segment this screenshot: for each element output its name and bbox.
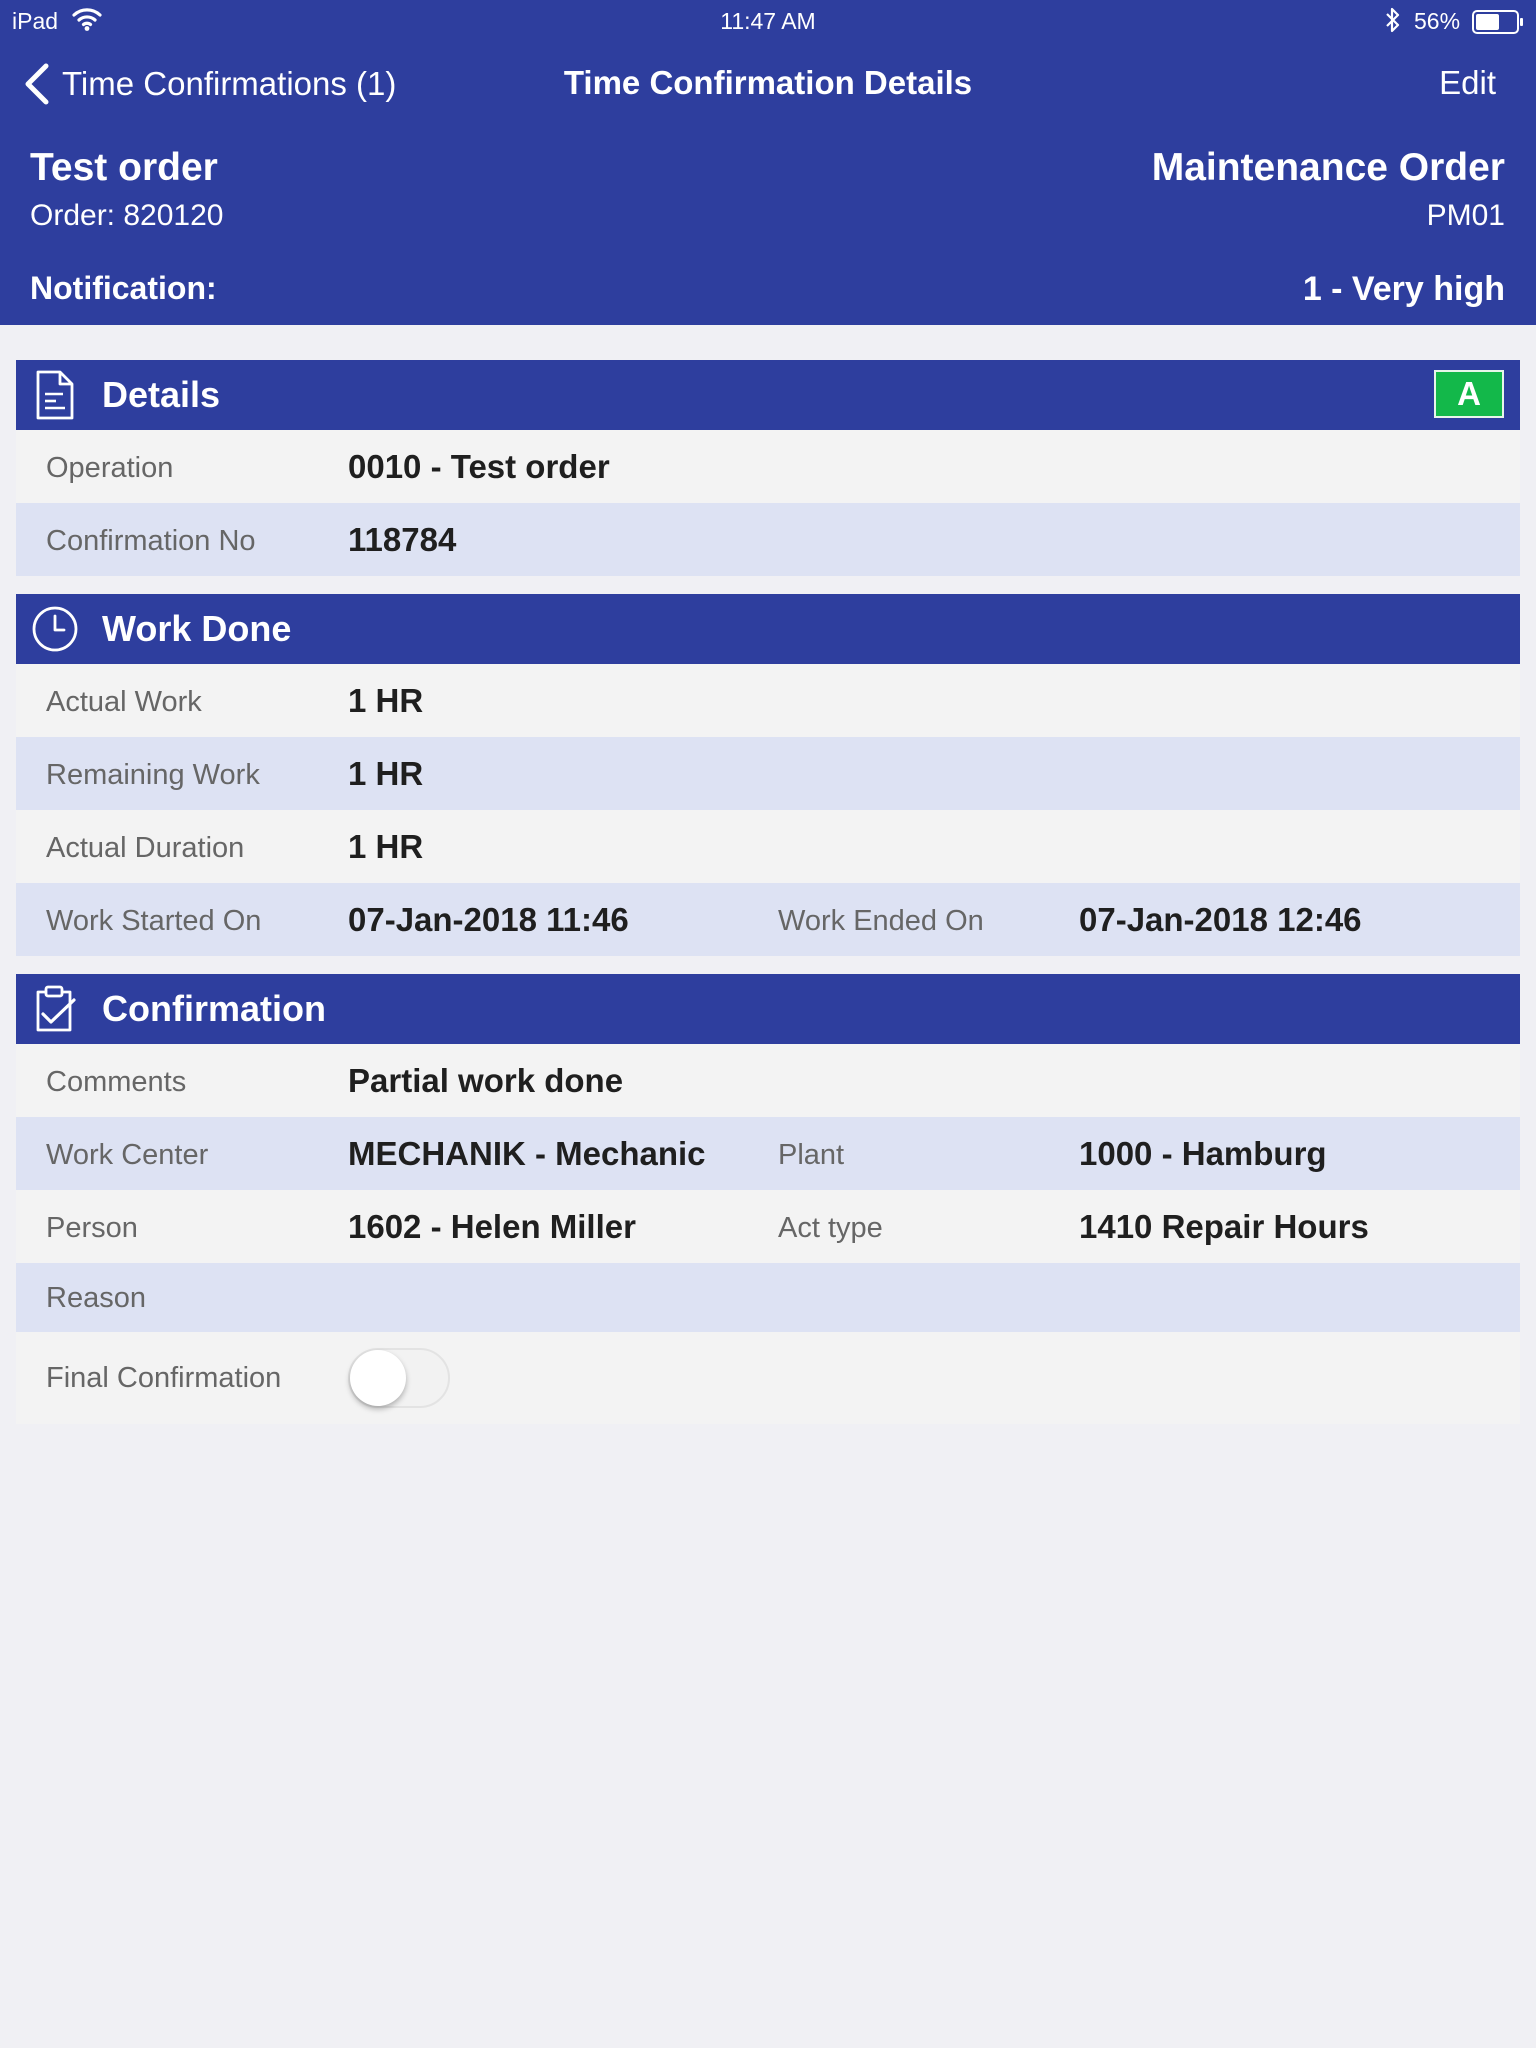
back-button[interactable]: Time Confirmations (1) (22, 62, 396, 106)
nav-title: Time Confirmation Details (563, 64, 973, 101)
status-bar: iPad 11:47 AM 56% (0, 0, 1536, 44)
order-title: Test order (30, 146, 218, 189)
confirmation-section-title: Confirmation (102, 988, 326, 1029)
plant-value: 1000 - Hamburg (1079, 1135, 1327, 1172)
operation-value: 0010 - Test order (348, 448, 610, 485)
person-label: Person (46, 1212, 138, 1244)
work-center-value: MECHANIK - Mechanic (348, 1135, 706, 1172)
act-type-label: Act type (778, 1212, 883, 1244)
work-ended-value: 07-Jan-2018 12:46 (1079, 901, 1362, 938)
operation-label: Operation (46, 452, 174, 484)
actual-duration-value: 1 HR (348, 828, 424, 865)
confirmation-no-row: Confirmation No 118784 (16, 503, 1520, 576)
remaining-work-row: Remaining Work 1 HR (16, 737, 1520, 810)
clock-icon (32, 606, 78, 652)
document-icon (36, 370, 74, 420)
reason-row: Reason (16, 1263, 1520, 1332)
work-dates-row: Work Started On 07-Jan-2018 11:46 Work E… (16, 883, 1520, 956)
final-confirmation-label: Final Confirmation (46, 1362, 282, 1394)
comments-value: Partial work done (348, 1062, 624, 1099)
notification-label: Notification: (30, 270, 217, 306)
actual-work-value: 1 HR (348, 682, 424, 719)
work-started-label: Work Started On (46, 905, 262, 937)
remaining-work-value: 1 HR (348, 755, 424, 792)
back-button-label: Time Confirmations (1) (62, 65, 397, 102)
final-confirmation-row: Final Confirmation (16, 1332, 1520, 1424)
toggle-knob (350, 1350, 406, 1406)
priority-value: 1 - Very high (1302, 270, 1505, 308)
operation-row: Operation 0010 - Test order (16, 430, 1520, 503)
order-type-code: PM01 (1426, 199, 1505, 232)
actual-work-row: Actual Work 1 HR (16, 664, 1520, 737)
navigation-bar: Time Confirmations (1) Time Confirmation… (0, 44, 1536, 124)
act-type-value: 1410 Repair Hours (1079, 1208, 1369, 1245)
confirmation-no-label: Confirmation No (46, 525, 256, 557)
reason-label: Reason (46, 1282, 146, 1314)
order-number: Order: 820120 (30, 199, 224, 232)
order-type: Maintenance Order (1151, 146, 1505, 189)
comments-row: Comments Partial work done (16, 1044, 1520, 1117)
confirmation-section-header: Confirmation (16, 974, 1520, 1044)
work-center-row: Work Center MECHANIK - Mechanic Plant 10… (16, 1117, 1520, 1190)
battery-percent: 56% (1414, 8, 1461, 34)
confirmation-no-value: 118784 (348, 521, 457, 558)
checklist-icon (36, 985, 76, 1032)
status-time: 11:47 AM (720, 8, 816, 34)
edit-button[interactable]: Edit (1439, 64, 1496, 102)
remaining-work-label: Remaining Work (46, 759, 260, 791)
plant-label: Plant (778, 1139, 845, 1171)
work-started-value: 07-Jan-2018 11:46 (348, 901, 629, 938)
final-confirmation-toggle[interactable] (348, 1348, 450, 1408)
work-done-section-header: Work Done (16, 594, 1520, 664)
work-done-section-title: Work Done (102, 608, 292, 649)
battery-icon (1472, 10, 1523, 34)
details-section-header: Details A (16, 360, 1520, 430)
bluetooth-icon (1386, 7, 1400, 33)
person-row: Person 1602 - Helen Miller Act type 1410… (16, 1190, 1520, 1263)
top-header: iPad 11:47 AM 56% Time Confirmations (1)… (0, 0, 1536, 325)
chevron-left-icon (25, 63, 49, 105)
status-badge: A (1434, 370, 1504, 418)
person-value: 1602 - Helen Miller (348, 1208, 636, 1245)
actual-duration-row: Actual Duration 1 HR (16, 810, 1520, 883)
actual-work-label: Actual Work (46, 686, 202, 718)
work-ended-label: Work Ended On (778, 905, 984, 937)
comments-label: Comments (46, 1066, 187, 1098)
work-center-label: Work Center (46, 1139, 209, 1171)
details-section-title: Details (102, 374, 221, 415)
actual-duration-label: Actual Duration (46, 832, 245, 864)
